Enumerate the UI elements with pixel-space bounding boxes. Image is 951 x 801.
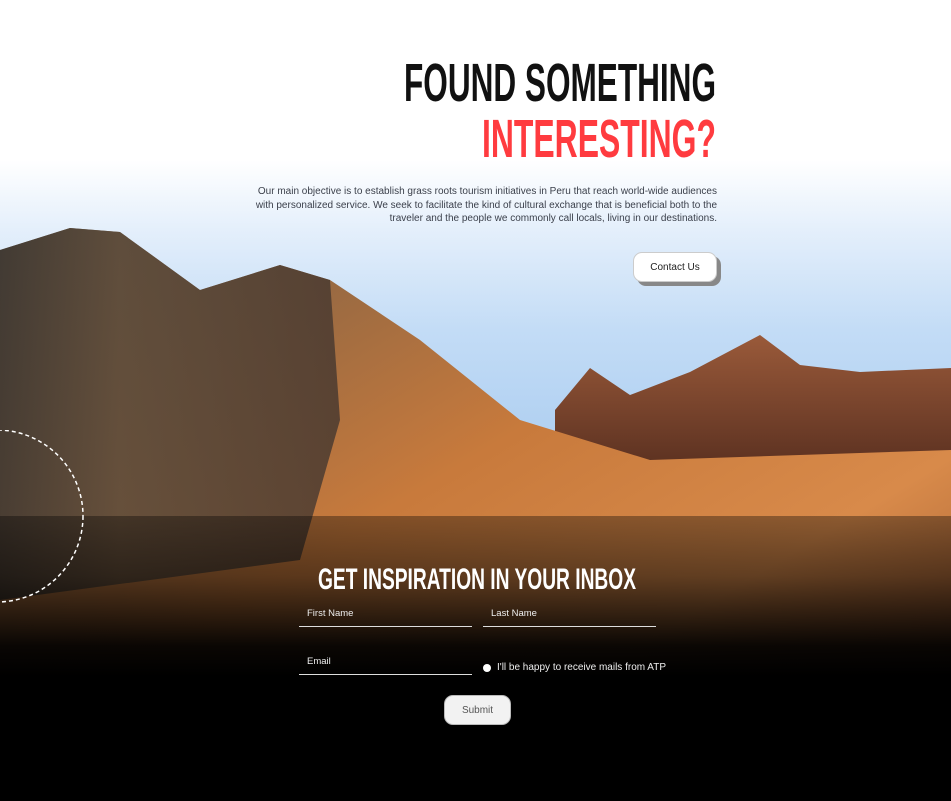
consent-checkbox[interactable]: I'll be happy to receive mails from ATP [483,662,666,673]
hero-description: Our main objective is to establish grass… [255,186,717,224]
radio-icon[interactable] [483,663,491,672]
hero-title-line2: INTERESTING? [482,109,716,167]
newsletter-title: GET INSPIRATION IN YOUR INBOX [318,563,636,596]
newsletter-title-text: GET INSPIRATION IN YOUR INBOX [318,563,636,596]
newsletter-backdrop [0,516,951,801]
contact-us-button[interactable]: Contact Us [633,252,717,282]
dashed-circle-decoration [0,430,84,603]
submit-button[interactable]: Submit [444,695,511,725]
email-input[interactable]: Email [299,655,472,675]
first-name-input[interactable]: First Name [299,607,472,627]
last-name-input[interactable]: Last Name [483,607,656,627]
hero-title-line1: FOUND SOMETHING [404,55,716,113]
consent-label: I'll be happy to receive mails from ATP [497,662,667,673]
hero-title: FOUND SOMETHING INTERESTING? [404,55,716,167]
